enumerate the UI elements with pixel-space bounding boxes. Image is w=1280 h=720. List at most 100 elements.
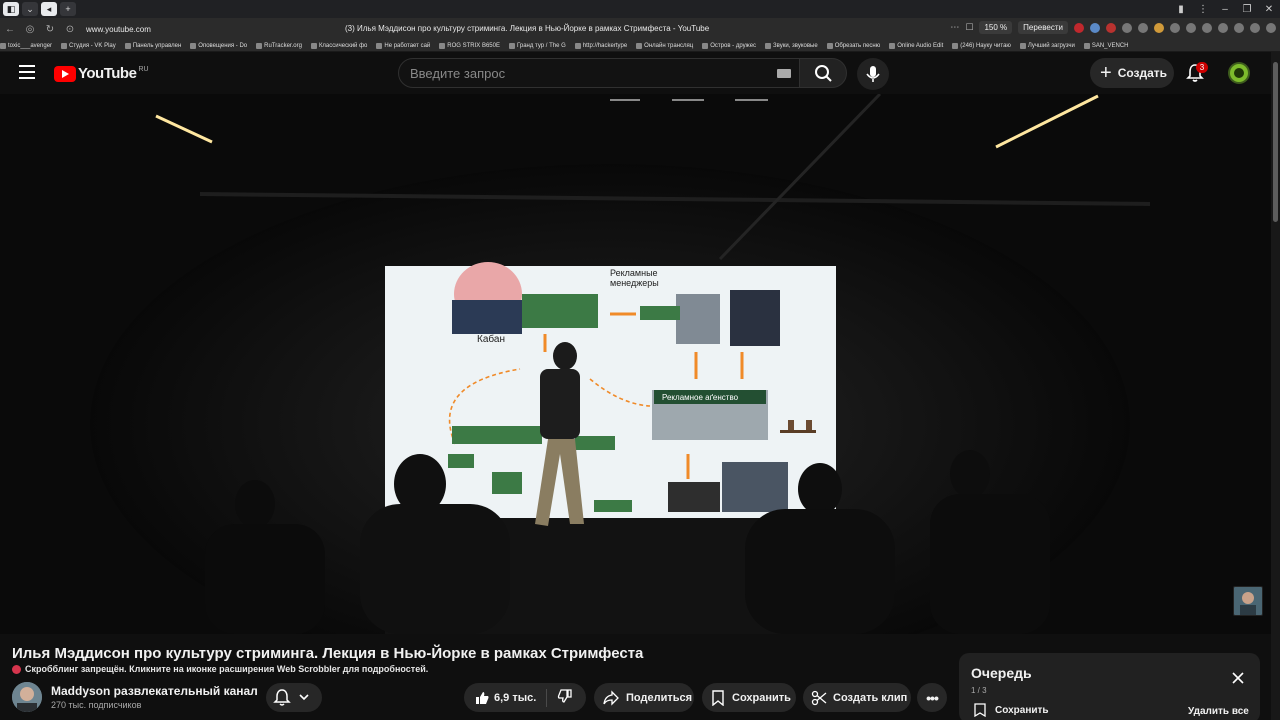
microphone-icon xyxy=(866,66,880,82)
bookmark-item[interactable]: Не работает сай xyxy=(376,42,430,49)
clip-button[interactable]: Создать клип xyxy=(803,683,911,712)
youtube-logo[interactable]: YouTube RU xyxy=(54,65,149,82)
channel-name[interactable]: Maddyson развлекательный канал xyxy=(51,684,258,698)
bookmark-item[interactable]: Обрезать песню xyxy=(826,42,881,49)
like-button[interactable]: 6,9 тыс. xyxy=(464,690,536,706)
shield-icon[interactable]: ◎ xyxy=(20,24,40,35)
bookmark-item[interactable]: Студия - VK Play xyxy=(61,42,116,49)
keyboard-icon[interactable] xyxy=(777,69,791,78)
extension-icon[interactable] xyxy=(1154,22,1164,33)
close-window-icon[interactable]: ✕ xyxy=(1258,0,1280,18)
bookmark-favicon-icon xyxy=(124,42,131,49)
search-button[interactable] xyxy=(799,58,847,88)
window-controls: ▮ ⋮ – ❐ ✕ xyxy=(1170,0,1280,18)
share-button[interactable]: Поделиться xyxy=(594,683,694,712)
bookmark-label: http://hackertype xyxy=(582,42,628,49)
address-bar: ← ◎ ↻ ⊙ www.youtube.com (3) Илья Мэддисо… xyxy=(0,18,1280,40)
bookmark-item[interactable]: Лучший загрузчи xyxy=(1019,42,1075,49)
bookmark-item[interactable]: ROG STRIX B650E xyxy=(439,42,500,49)
extension-icon[interactable]: ▮ xyxy=(1170,0,1192,18)
tab-list-icon[interactable]: ⌄ xyxy=(22,2,38,16)
bookmark-item[interactable]: Классический фо xyxy=(310,42,368,49)
extension-icon[interactable] xyxy=(1090,22,1100,33)
extension-icon[interactable] xyxy=(1138,22,1148,33)
bookmark-favicon-icon xyxy=(574,42,581,49)
bookmark-label: Классический фо xyxy=(318,42,368,49)
menu-icon[interactable] xyxy=(19,65,35,79)
back-icon[interactable]: ← xyxy=(0,24,20,35)
reload-icon[interactable]: ↻ xyxy=(40,24,60,35)
tab-actions-icon[interactable]: ◧ xyxy=(3,2,19,16)
subscription-bell-button[interactable] xyxy=(266,683,322,712)
more-icon[interactable]: ⋯ xyxy=(950,22,959,33)
site-info-icon[interactable]: ⊙ xyxy=(60,24,80,35)
save-button[interactable]: Сохранить xyxy=(702,683,796,712)
extension-icon[interactable] xyxy=(1250,22,1260,33)
bookmark-favicon-icon xyxy=(0,42,6,49)
delete-all-button[interactable]: Удалить все xyxy=(1188,706,1249,717)
bookmark-label: Обрезать песню xyxy=(834,42,881,49)
bookmark-label: Онлайн трансляц xyxy=(644,42,694,49)
more-actions-button[interactable]: ••• xyxy=(917,683,947,712)
extension-icon[interactable] xyxy=(1074,22,1084,33)
close-icon[interactable] xyxy=(1231,671,1245,685)
youtube-play-icon xyxy=(54,65,76,82)
bookmark-item[interactable]: Остров - дружес xyxy=(702,42,756,49)
bookmark-favicon-icon xyxy=(952,42,959,49)
extension-icon[interactable] xyxy=(1234,22,1244,33)
extension-icon[interactable] xyxy=(1122,22,1132,33)
scrobbler-text: Скробблинг запрещён. Кликните на иконке … xyxy=(25,664,429,674)
web-scrobbler-icon xyxy=(12,664,21,674)
search-input[interactable] xyxy=(399,59,759,87)
extension-icon[interactable] xyxy=(1202,22,1212,33)
share-icon xyxy=(603,689,619,706)
zoom-indicator[interactable]: 150 % xyxy=(979,21,1013,34)
bookmark-item[interactable]: toxic___avenger xyxy=(0,42,53,49)
bookmarks-bar: toxic___avenger Студия - VK Play Панель уп… xyxy=(0,40,1280,52)
minimize-icon[interactable]: – xyxy=(1214,0,1236,18)
extension-icon[interactable] xyxy=(1170,22,1180,33)
bookmark-favicon-icon xyxy=(61,42,68,49)
queue-save-button[interactable]: Сохранить xyxy=(974,703,1049,717)
bookmark-item[interactable]: RuTracker.org xyxy=(256,42,302,49)
create-button[interactable]: + Создать xyxy=(1090,58,1174,88)
bookmark-icon[interactable]: ☐ xyxy=(965,22,973,33)
url-field[interactable]: www.youtube.com xyxy=(86,25,151,34)
new-tab-button[interactable]: + xyxy=(60,2,76,16)
bookmark-item[interactable]: (246) Науку читаю xyxy=(952,42,1011,49)
miniplayer-thumbnail[interactable] xyxy=(1233,586,1263,616)
bookmark-item[interactable]: Гранд тур / The G xyxy=(508,42,566,49)
create-label: Создать xyxy=(1117,66,1168,80)
bookmark-item[interactable]: Online Audio Edit xyxy=(889,42,944,49)
bookmark-label: Студия - VK Play xyxy=(69,42,116,49)
queue-counter: 1 / 3 xyxy=(971,686,987,695)
like-dislike-group: 6,9 тыс. xyxy=(464,683,586,712)
bookmark-item[interactable]: Панель управлен xyxy=(124,42,181,49)
dislike-button[interactable] xyxy=(557,688,573,707)
window-menu-icon[interactable]: ⋮ xyxy=(1192,0,1214,18)
youtube-tab[interactable]: ◂ xyxy=(41,2,57,16)
bell-chevron-icon xyxy=(273,689,309,706)
bookmark-item[interactable]: http://hackertype xyxy=(574,42,628,49)
channel-avatar[interactable] xyxy=(12,682,42,712)
page-scrollbar[interactable] xyxy=(1271,52,1280,720)
voice-search-button[interactable] xyxy=(857,58,889,90)
extension-icon[interactable] xyxy=(1106,22,1116,33)
bookmark-item[interactable]: Звуки, звуковые xyxy=(765,42,818,49)
scrobbler-notice: Скробблинг запрещён. Кликните на иконке … xyxy=(12,664,428,674)
bookmark-favicon-icon xyxy=(826,42,833,49)
scrollbar-thumb[interactable] xyxy=(1273,62,1278,222)
bookmark-item[interactable]: Онлайн трансляц xyxy=(636,42,694,49)
bookmark-label: toxic___avenger xyxy=(8,42,53,49)
extension-icon[interactable] xyxy=(1218,22,1228,33)
translate-button[interactable]: Перевести xyxy=(1018,21,1068,34)
account-avatar[interactable] xyxy=(1228,62,1250,84)
extension-icon[interactable] xyxy=(1266,22,1276,33)
extension-icon[interactable] xyxy=(1186,22,1196,33)
bookmark-favicon-icon xyxy=(636,42,643,49)
bookmark-label: Online Audio Edit xyxy=(897,42,944,49)
bookmark-item[interactable]: SAN_VENCH xyxy=(1083,42,1129,49)
bookmark-item[interactable]: Оповещения - Do xyxy=(190,42,247,49)
maximize-icon[interactable]: ❐ xyxy=(1236,0,1258,18)
video-player[interactable]: Кабан Рекламные менеджеры Рекламное аґен… xyxy=(0,94,1271,634)
